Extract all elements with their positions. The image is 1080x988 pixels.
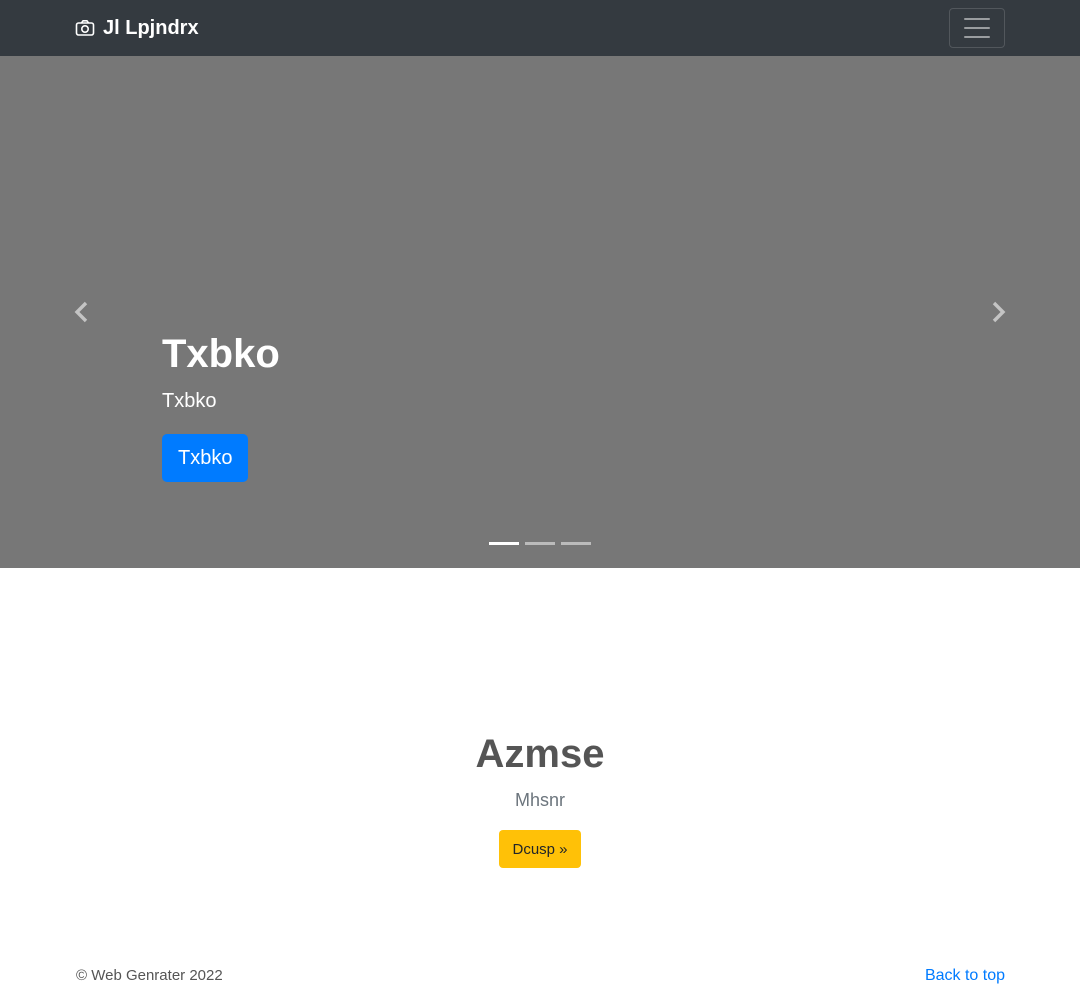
feature-cta-button[interactable]: Dcusp »: [499, 830, 581, 868]
brand-link[interactable]: Jl Lpjndrx: [75, 16, 199, 40]
carousel-indicator-2[interactable]: [525, 541, 555, 545]
carousel-caption: Txbko Txbko Txbko: [162, 326, 922, 482]
navbar: Jl Lpjndrx: [0, 0, 1080, 56]
back-to-top-link[interactable]: Back to top: [925, 966, 1005, 986]
carousel-indicator-3[interactable]: [561, 541, 591, 545]
brand-text: Jl Lpjndrx: [103, 16, 199, 39]
feature-section: Azmse Mhsnr Dcusp »: [0, 568, 1080, 918]
feature-heading: Azmse: [475, 732, 605, 776]
carousel-indicator-1[interactable]: [489, 541, 519, 545]
navbar-toggler-button[interactable]: [949, 8, 1005, 48]
carousel-cta-button[interactable]: Txbko: [162, 434, 249, 482]
carousel-subtext: Txbko: [162, 390, 217, 412]
camera-icon: [75, 18, 95, 38]
hero-carousel: Txbko Txbko Txbko: [0, 56, 1080, 568]
feature-lead: Mhsnr: [514, 790, 565, 810]
carousel-prev-button[interactable]: [70, 300, 94, 324]
carousel-next-button[interactable]: [986, 300, 1010, 324]
carousel-indicators: [489, 538, 597, 548]
footer-copyright: © Web Genrater 2022: [76, 967, 223, 984]
chevron-right-icon: [992, 301, 1006, 323]
hamburger-menu-icon: [964, 18, 990, 38]
chevron-left-icon: [74, 301, 88, 323]
carousel-heading: Txbko: [162, 332, 280, 376]
footer: © Web Genrater 2022 Back to top: [0, 960, 1080, 988]
